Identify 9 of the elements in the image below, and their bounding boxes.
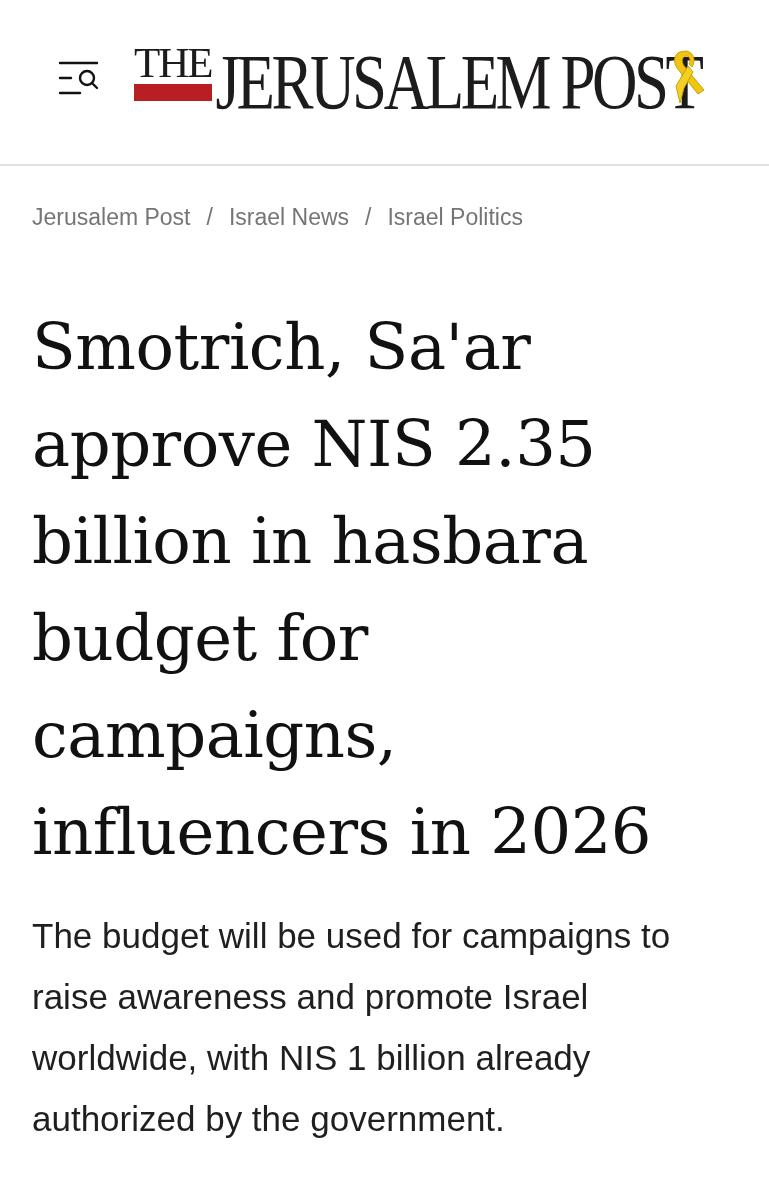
menu-search-button[interactable] bbox=[58, 60, 100, 96]
article-headline: Smotrich, Sa'ar approve NIS 2.35 billion in hasbara budget for campaigns, influencers in 2026 bbox=[31, 308, 653, 871]
article-summary: The budget will be used for campaigns to raise awareness and promote Israel worldwide, with NIS 1 billion already authorized by the government. bbox=[31, 914, 672, 1140]
breadcrumb-separator: / bbox=[206, 203, 213, 232]
breadcrumb-link[interactable]: Israel News bbox=[228, 200, 350, 235]
breadcrumb-link[interactable]: Israel Politics bbox=[387, 200, 523, 235]
breadcrumb-separator: / bbox=[365, 203, 372, 232]
logo-prefix-text: THE bbox=[134, 46, 212, 80]
breadcrumb-link[interactable]: Jerusalem Post bbox=[32, 200, 191, 235]
